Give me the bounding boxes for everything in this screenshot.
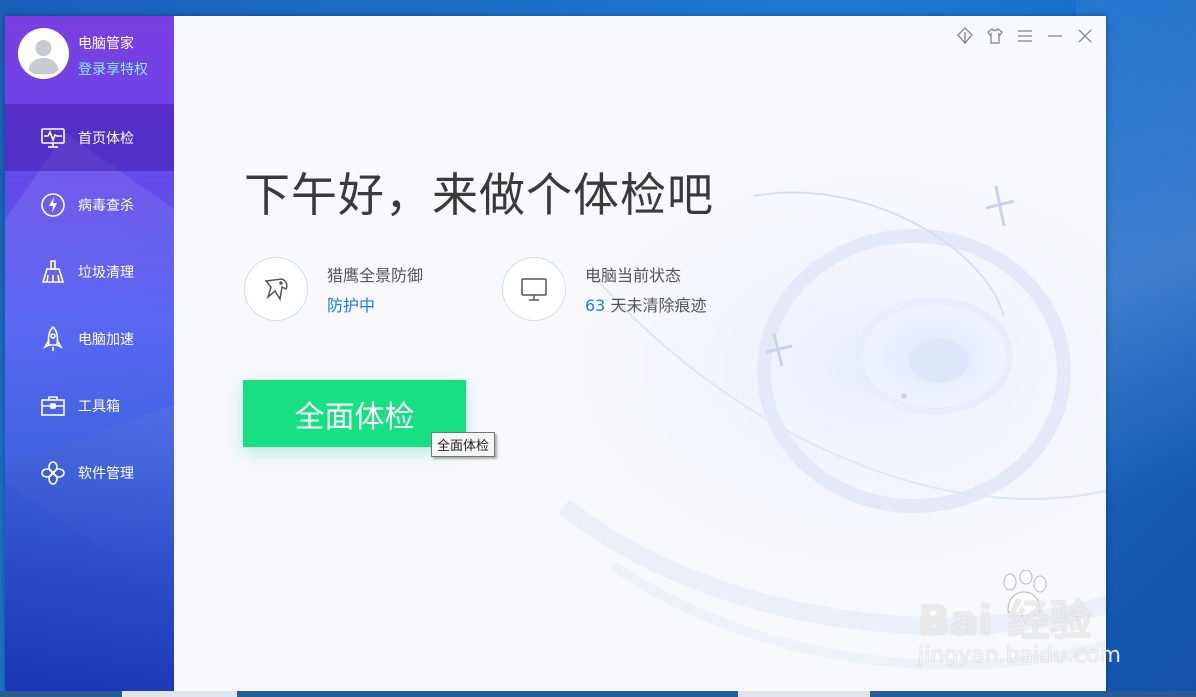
monitor-icon	[502, 257, 566, 321]
lightning-shield-icon	[38, 190, 68, 220]
uncleaned-days-suffix: 天未清除痕迹	[610, 296, 707, 315]
sidebar-nav: 首页体检 病毒查杀 垃圾清理 电脑加速 工具箱 软件管理	[5, 104, 174, 506]
watermark-brand: Bai 经验	[918, 596, 1092, 645]
login-link[interactable]: 登录享特权	[78, 59, 148, 79]
window-controls	[954, 25, 1096, 47]
taskbar-window-item[interactable]	[122, 691, 237, 697]
monitor-pulse-icon	[38, 123, 68, 153]
sidebar-item-software[interactable]: 软件管理	[5, 439, 174, 506]
watermark-url: jingyan.baidu.com	[918, 643, 1122, 668]
sidebar-item-virus-scan[interactable]: 病毒查杀	[5, 171, 174, 238]
tshirt-icon[interactable]	[984, 25, 1006, 47]
sidebar-item-label: 病毒查杀	[78, 197, 134, 214]
sidebar-item-junk-clean[interactable]: 垃圾清理	[5, 238, 174, 305]
sidebar-item-toolbox[interactable]: 工具箱	[5, 372, 174, 439]
sidebar-item-home-checkup[interactable]: 首页体检	[5, 104, 174, 171]
uncleaned-days-count: 63	[585, 296, 606, 315]
sidebar-item-label: 首页体检	[78, 130, 134, 147]
pc-status-value[interactable]: 63 天未清除痕迹	[585, 292, 706, 316]
baidu-jingyan-watermark: Bai 经验 jingyan.baidu.com	[918, 570, 1138, 675]
protection-status: 猎鹰全景防御 防护中	[244, 257, 423, 321]
pc-status-label: 电脑当前状态	[585, 266, 682, 285]
sidebar-item-label: 垃圾清理	[78, 264, 134, 281]
software-clover-icon	[38, 458, 68, 488]
sidebar-item-label: 电脑加速	[78, 331, 134, 348]
taskbar-window-item[interactable]	[738, 691, 870, 697]
pc-status-text: 电脑当前状态 63 天未清除痕迹	[585, 262, 706, 316]
sidebar: 电脑管家 登录享特权 首页体检 病毒查杀 垃圾清理 电脑加速 工具箱 软件管理	[5, 16, 174, 692]
toolbox-icon	[38, 391, 68, 421]
protection-label: 猎鹰全景防御	[327, 266, 424, 285]
scan-button-tooltip: 全面体检	[431, 432, 496, 457]
user-avatar-icon	[21, 31, 66, 76]
profile-area: 电脑管家 登录享特权	[5, 16, 174, 104]
sidebar-item-label: 工具箱	[78, 398, 120, 415]
pc-status: 电脑当前状态 63 天未清除痕迹	[502, 257, 706, 321]
rocket-icon	[38, 324, 68, 354]
close-icon[interactable]	[1074, 25, 1096, 47]
falcon-icon	[244, 257, 308, 321]
avatar[interactable]	[18, 28, 69, 79]
app-name: 电脑管家	[78, 36, 134, 52]
broom-icon	[38, 257, 68, 287]
menu-icon[interactable]	[1014, 25, 1036, 47]
sidebar-item-label: 软件管理	[78, 465, 134, 482]
greeting-title: 下午好，来做个体检吧	[244, 168, 714, 222]
skin-leaf-icon[interactable]	[954, 25, 976, 47]
sidebar-item-speedup[interactable]: 电脑加速	[5, 305, 174, 372]
protection-value[interactable]: 防护中	[327, 292, 423, 316]
protection-text: 猎鹰全景防御 防护中	[327, 262, 423, 316]
minimize-icon[interactable]	[1044, 25, 1066, 47]
